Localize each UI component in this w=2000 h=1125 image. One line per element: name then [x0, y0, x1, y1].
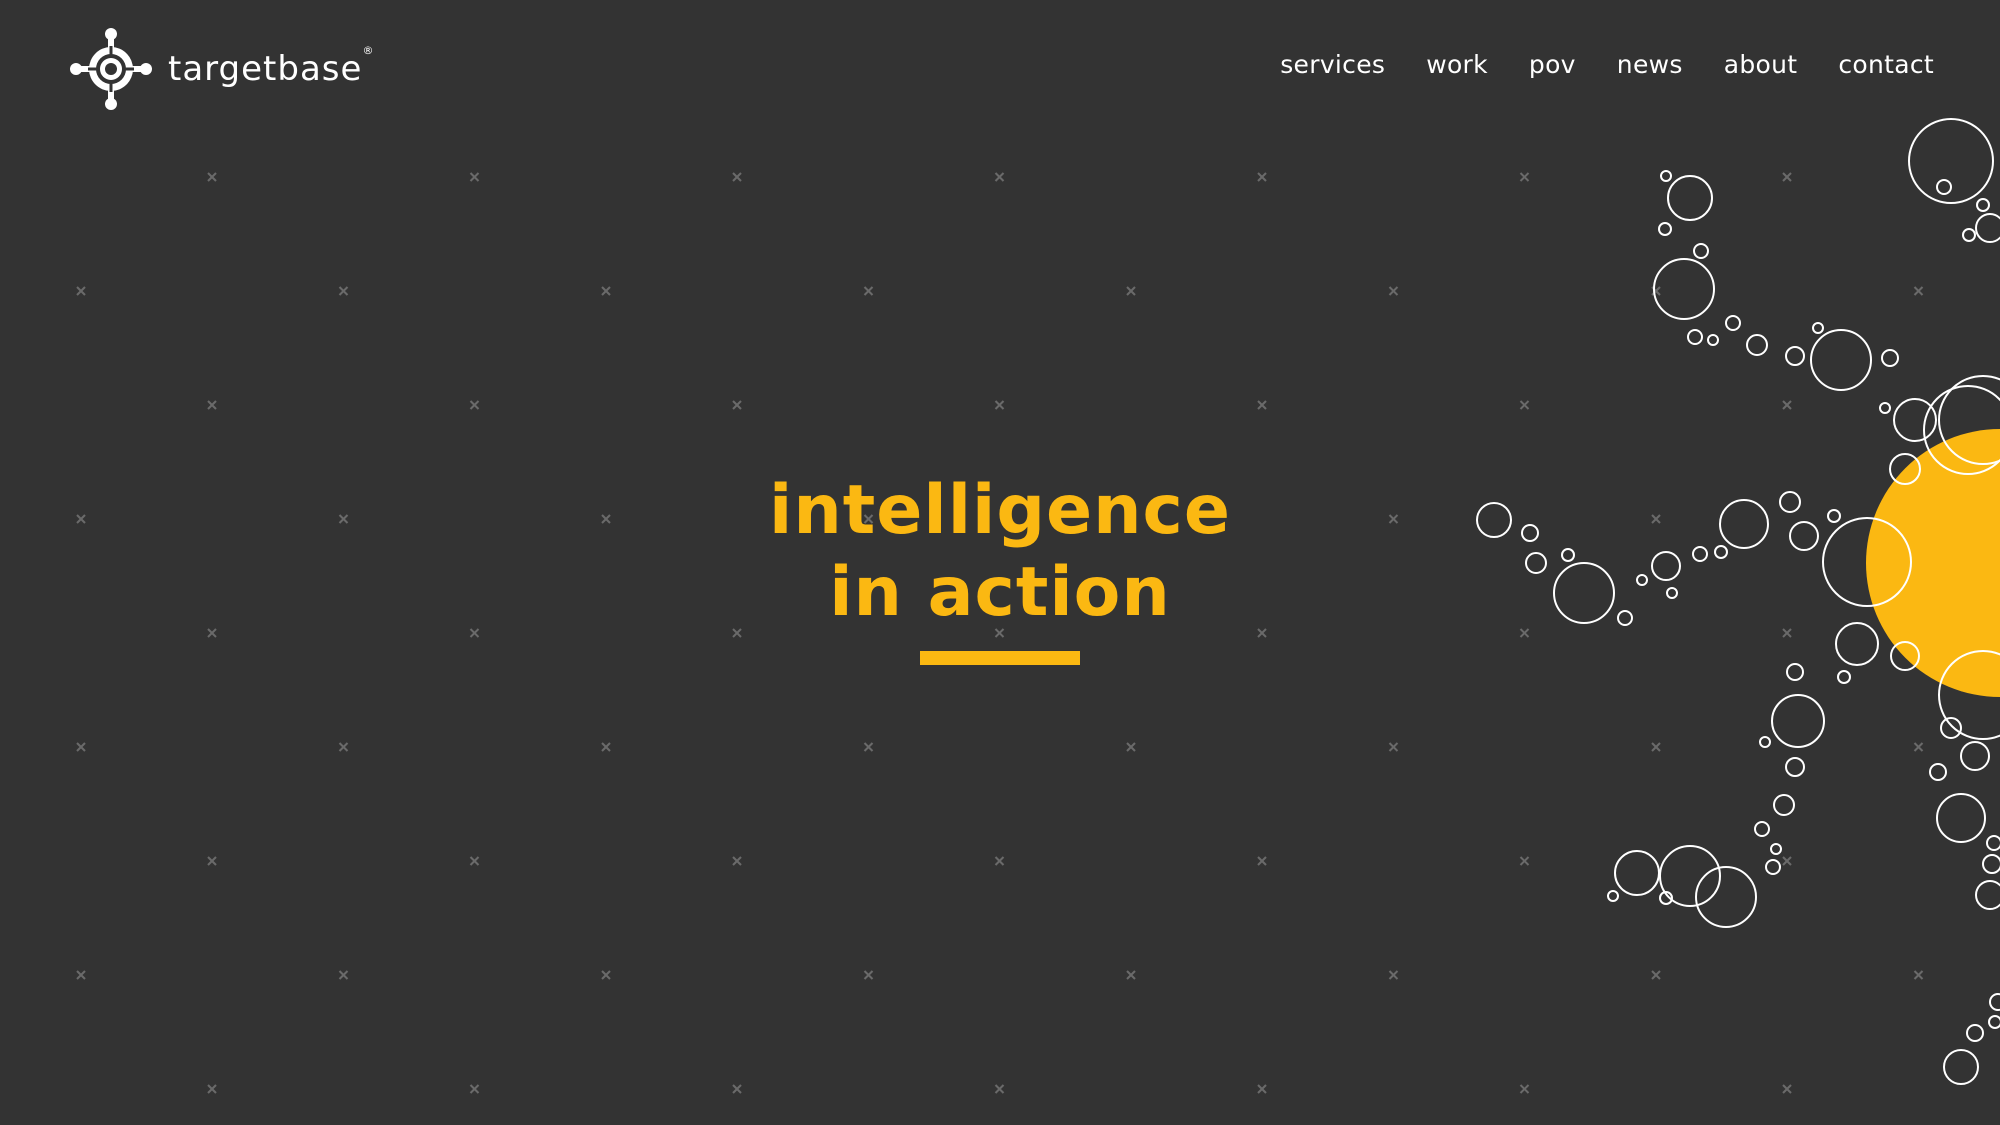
bubble-circle — [1660, 170, 1672, 182]
decorative-circle-cluster — [1476, 118, 2000, 1085]
bubble-circle — [1943, 1049, 1979, 1085]
bubble-circle — [1835, 622, 1879, 666]
bubble-circle — [1607, 890, 1619, 902]
bubble-circle — [1714, 545, 1728, 559]
bubble-circle — [1693, 243, 1709, 259]
bubble-circle — [1785, 346, 1805, 366]
bubble-circle — [1765, 859, 1781, 875]
bubble-circle — [1667, 175, 1713, 221]
bubble-circle — [1975, 213, 2000, 243]
bubble-circle — [1658, 222, 1672, 236]
bubble-circle — [1881, 349, 1899, 367]
bubble-circle — [1553, 562, 1615, 624]
bubble-circle — [1636, 574, 1648, 586]
bubble-circle — [1521, 524, 1539, 542]
bubble-circle — [1651, 551, 1681, 581]
bubble-circle — [1525, 552, 1547, 574]
bubble-circle — [1653, 258, 1715, 320]
bubble-circle — [1960, 741, 1990, 771]
bubble-circle — [1746, 334, 1768, 356]
bubble-circle — [1695, 866, 1757, 928]
bubble-circle — [1719, 499, 1769, 549]
bubble-circle — [1975, 880, 2000, 910]
bubble-circle — [1666, 587, 1678, 599]
bubble-circle — [1837, 670, 1851, 684]
bubble-circle — [1986, 835, 2000, 851]
bubble-circle — [1771, 694, 1825, 748]
bubble-circle — [1617, 610, 1633, 626]
bubble-circle — [1773, 794, 1795, 816]
bubble-circle — [1770, 843, 1782, 855]
bubble-circle — [1692, 546, 1708, 562]
bubble-circle — [1614, 850, 1660, 896]
bubble-circle — [1725, 315, 1741, 331]
bubble-circle — [1785, 757, 1805, 777]
bubble-circle — [1982, 854, 2000, 874]
bubble-circle — [1810, 329, 1872, 391]
bubble-circle — [1789, 521, 1819, 551]
yellow-sun-circle — [1866, 429, 2000, 697]
bubble-circle — [1893, 398, 1937, 442]
bubble-circle — [1976, 198, 1990, 212]
bubble-circle — [1988, 1015, 2000, 1029]
bubble-circle — [1936, 793, 1986, 843]
bubble-circle — [1754, 821, 1770, 837]
bubble-circle — [1687, 329, 1703, 345]
bubble-circle — [1966, 1024, 1984, 1042]
bubble-circle — [1929, 763, 1947, 781]
bubble-circle — [1827, 509, 1841, 523]
bubble-circle — [1940, 717, 1962, 739]
bubble-circle — [1707, 334, 1719, 346]
bubble-circle — [1962, 228, 1976, 242]
bubble-circle — [1476, 502, 1512, 538]
bubble-circle — [1936, 179, 1952, 195]
bubble-circle — [1786, 663, 1804, 681]
bubble-circle — [1779, 491, 1801, 513]
bubble-circle — [1879, 402, 1891, 414]
bubble-circle — [1561, 548, 1575, 562]
bubble-circle — [1812, 322, 1824, 334]
bubble-circle — [1659, 845, 1721, 907]
bubble-circle — [1759, 736, 1771, 748]
bubble-circle — [1989, 993, 2000, 1011]
